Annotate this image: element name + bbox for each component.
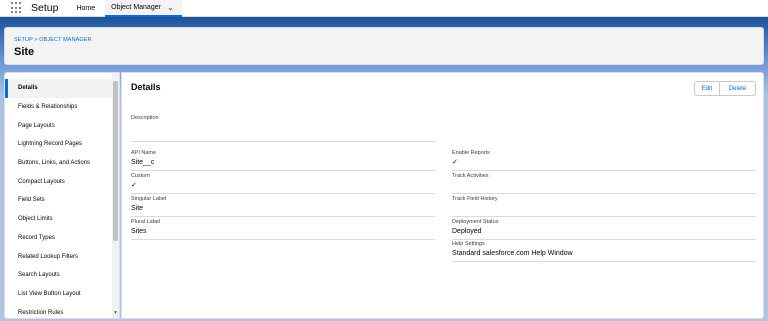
field-plural-label: Plural Label Sites <box>131 219 435 243</box>
details-title: Details <box>131 82 161 92</box>
sidebar-scroll-thumb[interactable] <box>113 81 118 241</box>
edit-button[interactable]: Edit <box>694 81 720 96</box>
page-title: Site <box>14 46 35 58</box>
divider <box>452 170 756 171</box>
sidebar-item-record-types[interactable]: Record Types <box>5 229 112 248</box>
sidebar-item-lightning-record-pages[interactable]: Lightning Record Pages <box>5 135 112 154</box>
track-activities-label: Track Activities <box>452 173 489 179</box>
singular-label-value: Site <box>131 205 144 212</box>
field-deployment-status: Deployment Status Deployed <box>452 219 756 243</box>
field-help-settings: Help Settings Standard salesforce.com He… <box>452 241 756 265</box>
api-name-label: API Name <box>131 150 157 156</box>
breadcrumb[interactable]: SETUP > OBJECT MANAGER <box>14 37 92 43</box>
sidebar-item-object-limits[interactable]: Object Limits <box>5 210 112 229</box>
custom-label: Custom <box>131 173 150 179</box>
description-label: Description <box>131 115 159 121</box>
divider <box>452 193 756 194</box>
sidebar-item-search-layouts[interactable]: Search Layouts <box>5 266 112 285</box>
api-name-value: Site__c <box>131 159 155 166</box>
sidebar-item-buttons-links-actions[interactable]: Buttons, Links, and Actions <box>5 154 112 173</box>
sidebar-item-details[interactable]: Details <box>5 79 112 98</box>
app-launcher-icon[interactable] <box>11 2 23 14</box>
sidebar-list: Details Fields & Relationships Page Layo… <box>5 79 112 318</box>
nav-home[interactable]: Home <box>76 0 95 17</box>
field-custom: Custom ✓ <box>131 173 435 197</box>
deployment-status-value: Deployed <box>452 228 482 235</box>
sidebar-scrollbar[interactable]: ▼ <box>112 73 119 318</box>
sidebar-item-page-layouts[interactable]: Page Layouts <box>5 116 112 135</box>
divider <box>452 216 756 217</box>
singular-label-label: Singular Label <box>131 196 167 202</box>
field-api-name: API Name Site__c <box>131 150 435 174</box>
field-track-field-history: Track Field History <box>452 196 756 220</box>
custom-check-icon: ✓ <box>131 182 137 189</box>
app-name: Setup <box>31 2 59 14</box>
global-nav: Setup Home Object Manager ⌄ <box>0 0 768 17</box>
divider <box>131 170 435 171</box>
nav-object-manager-label: Object Manager <box>111 3 161 11</box>
delete-button[interactable]: Delete <box>720 81 756 96</box>
divider <box>452 261 756 262</box>
sidebar-item-list-view-button-layout[interactable]: List View Button Layout <box>5 285 112 304</box>
divider <box>452 239 756 240</box>
track-field-history-label: Track Field History <box>452 196 498 202</box>
plural-label-value: Sites <box>131 228 147 235</box>
field-track-activities: Track Activities <box>452 173 756 197</box>
help-settings-label: Help Settings <box>452 241 485 247</box>
sidebar-item-fields-relationships[interactable]: Fields & Relationships <box>5 98 112 117</box>
page-header: SETUP > OBJECT MANAGER Site <box>4 27 764 65</box>
nav-object-manager[interactable]: Object Manager ⌄ <box>105 0 182 17</box>
enable-reports-check-icon: ✓ <box>452 159 458 166</box>
chevron-down-icon[interactable]: ⌄ <box>167 3 174 12</box>
divider <box>131 141 435 142</box>
help-settings-value: Standard salesforce.com Help Window <box>452 250 573 257</box>
details-actions: Edit Delete <box>694 81 756 96</box>
field-description: Description <box>131 115 435 142</box>
divider <box>131 216 435 217</box>
field-singular-label: Singular Label Site <box>131 196 435 220</box>
sidebar-item-compact-layouts[interactable]: Compact Layouts <box>5 172 112 191</box>
deployment-status-label: Deployment Status <box>452 219 499 225</box>
divider <box>131 193 435 194</box>
sidebar-item-related-lookup-filters[interactable]: Related Lookup Filters <box>5 247 112 266</box>
sidebar-item-field-sets[interactable]: Field Sets <box>5 191 112 210</box>
details-panel: Details Edit Delete Description API Name… <box>121 72 764 319</box>
object-manager-sidebar: Details Fields & Relationships Page Layo… <box>4 72 120 319</box>
field-enable-reports: Enable Reports ✓ <box>452 150 756 174</box>
sidebar-item-restriction-rules[interactable]: Restriction Rules <box>5 303 112 318</box>
scroll-down-arrow-icon[interactable]: ▼ <box>113 311 118 316</box>
enable-reports-label: Enable Reports <box>452 150 490 156</box>
divider <box>131 239 435 240</box>
plural-label-label: Plural Label <box>131 219 161 225</box>
